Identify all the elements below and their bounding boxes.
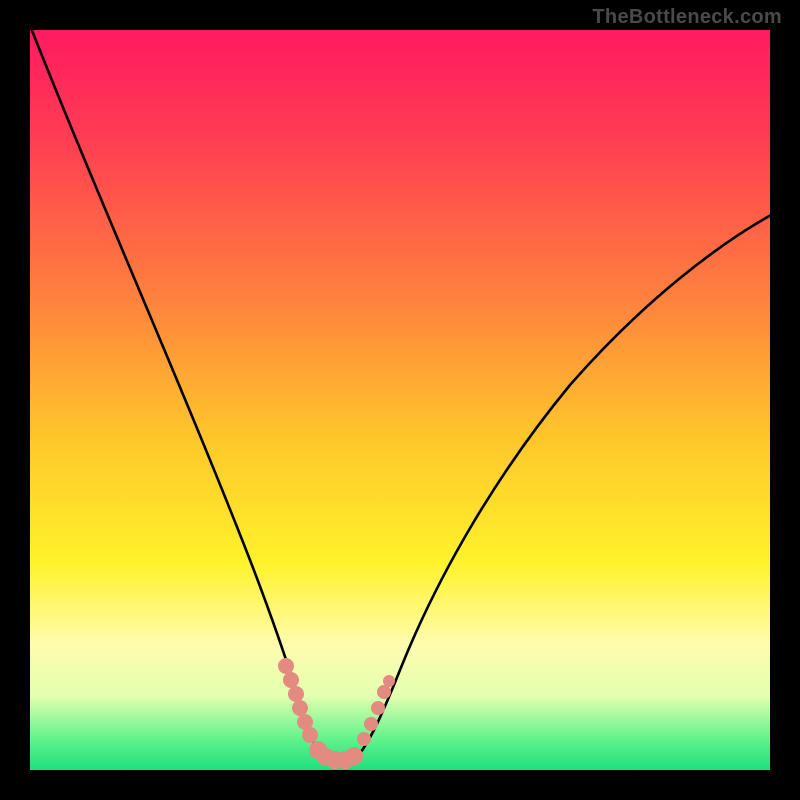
chart-container: TheBottleneck.com [0, 0, 800, 800]
bottleneck-curve [30, 30, 770, 764]
plot-area [30, 30, 770, 770]
watermark-label: TheBottleneck.com [592, 6, 782, 29]
marker-cluster [278, 658, 395, 769]
curve-overlay [30, 30, 770, 770]
